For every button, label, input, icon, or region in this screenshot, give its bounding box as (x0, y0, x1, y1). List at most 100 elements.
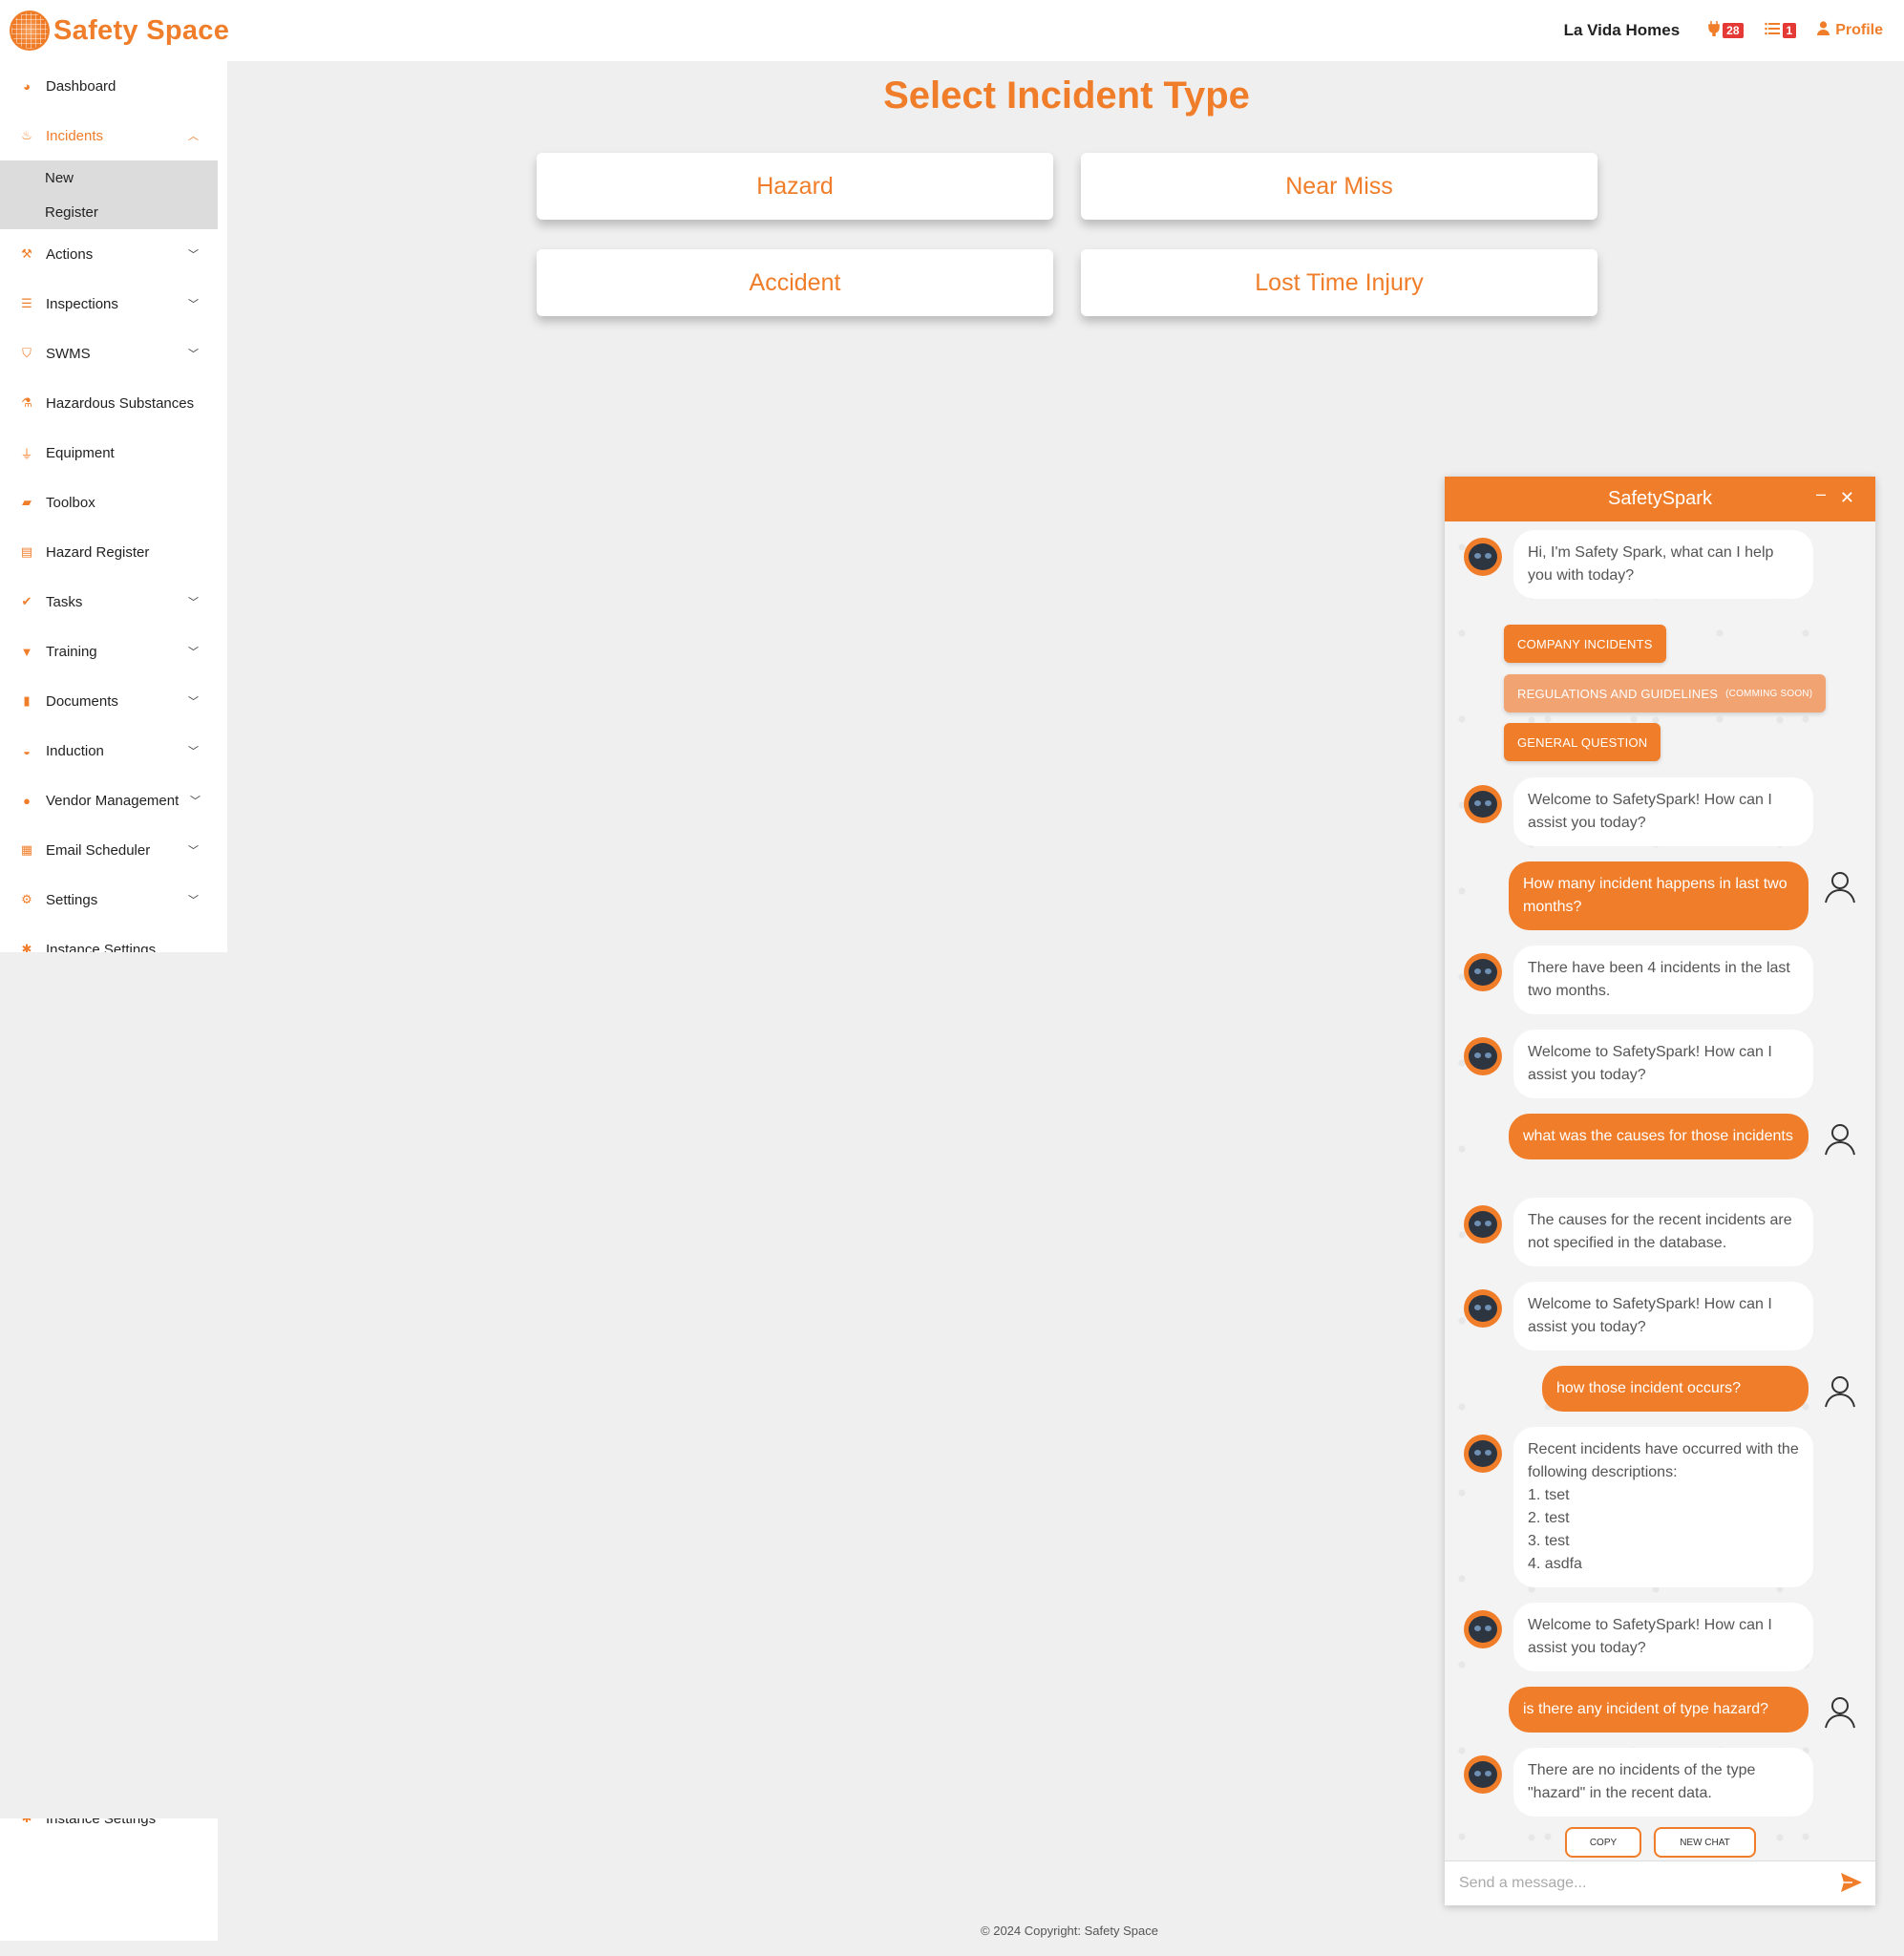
shield-icon: ⛉ (22, 346, 32, 360)
general-question-button[interactable]: GENERAL QUESTION (1504, 723, 1661, 761)
chat-messages[interactable]: Hi, I'm Safety Spark, what can I help yo… (1445, 521, 1875, 1860)
user-message: is there any incident of type hazard? (1509, 1687, 1809, 1733)
brand-name: Safety Space (53, 14, 230, 46)
sidebar-item-swms[interactable]: ⛉ SWMS ﹀ (0, 329, 218, 378)
bot-avatar-icon (1464, 538, 1502, 576)
sidebar-subitem-register[interactable]: Register (0, 195, 218, 229)
chevron-down-icon: ﹀ (188, 845, 199, 857)
chevron-down-icon: ﹀ (188, 249, 199, 261)
incident-type-near-miss[interactable]: Near Miss (1081, 153, 1597, 220)
sidebar-scrollbar[interactable] (218, 53, 227, 952)
profile-button[interactable]: Profile (1817, 21, 1883, 40)
chevron-down-icon: ﹀ (188, 647, 199, 658)
sidebar-item-label: SWMS (46, 345, 91, 362)
sidebar-item-label: Hazardous Substances (46, 394, 195, 412)
sidebar-item-incidents[interactable]: ♨ Incidents ︿ (0, 111, 218, 160)
sidebar-item-label: Incidents (46, 127, 104, 144)
user-avatar-icon (1821, 1372, 1859, 1411)
tasks-button[interactable]: 1 (1764, 22, 1797, 40)
cog-icon: ✱ (21, 942, 32, 952)
bot-avatar-icon (1464, 1610, 1502, 1648)
company-incidents-button[interactable]: COMPANY INCIDENTS (1504, 625, 1666, 663)
new-chat-button[interactable]: NEW CHAT (1654, 1827, 1756, 1858)
sidebar-item-dashboard[interactable]: ◕ Dashboard (0, 61, 218, 111)
plug-icon: ⏚ (20, 446, 33, 461)
sidebar-item-equipment[interactable]: ⏚ Equipment (0, 428, 218, 478)
sidebar-repeat-fragment: ✱ Instance Settings (0, 1818, 218, 1941)
chat-widget: SafetySpark – ✕ Hi, I'm Safety Spark, wh… (1445, 477, 1875, 1905)
sidebar-item-actions[interactable]: ⚒ Actions ﹀ (0, 229, 218, 279)
brand[interactable]: Safety Space (10, 11, 229, 51)
plug-icon (1708, 20, 1720, 41)
bot-message: The causes for the recent incidents are … (1513, 1198, 1813, 1266)
bot-message-list: Recent incidents have occurred with the … (1513, 1427, 1813, 1587)
sidebar-item-label: Settings (46, 891, 98, 908)
incident-type-hazard[interactable]: Hazard (537, 153, 1053, 220)
close-icon[interactable]: ✕ (1840, 488, 1854, 508)
quick-reply-label: REGULATIONS AND GUIDELINES (1517, 686, 1719, 701)
toolbox-icon: ▰ (22, 495, 32, 509)
incident-type-lost-time-injury[interactable]: Lost Time Injury (1081, 249, 1597, 316)
chevron-down-icon: ﹀ (188, 746, 199, 757)
table-icon: ▤ (20, 544, 33, 559)
sidebar-item-training[interactable]: ▼ Training ﹀ (0, 627, 218, 676)
footer-copyright: © 2024 Copyright: Safety Space (981, 1924, 1158, 1938)
incidents-submenu: New Register (0, 160, 218, 229)
bot-message: There have been 4 incidents in the last … (1513, 946, 1813, 1014)
bot-message: Welcome to SafetySpark! How can I assist… (1513, 1603, 1813, 1671)
user-icon (1817, 21, 1830, 40)
bot-message: There are no incidents of the type "haza… (1513, 1748, 1813, 1817)
bot-avatar-icon (1464, 1037, 1502, 1075)
sidebar-item-induction[interactable]: ◒ Induction ﹀ (0, 726, 218, 776)
company-name: La Vida Homes (1563, 21, 1681, 39)
sidebar-item-hazard-register[interactable]: ▤ Hazard Register (0, 527, 218, 577)
sidebar-item-instance-settings-partial[interactable]: ✱ Instance Settings (0, 1818, 218, 1843)
bot-avatar-icon (1464, 1205, 1502, 1244)
sidebar-item-inspections[interactable]: ☰ Inspections ﹀ (0, 279, 218, 329)
check-icon: ✔ (21, 594, 32, 608)
sidebar-item-label: Toolbox (46, 494, 95, 511)
chevron-down-icon: ﹀ (188, 895, 199, 906)
sidebar-item-label: Vendor Management (46, 792, 180, 809)
bot-avatar-icon (1464, 953, 1502, 991)
sidebar-item-hazardous-substances[interactable]: ⚗ Hazardous Substances (0, 378, 218, 428)
user-message: what was the causes for those incidents (1509, 1114, 1809, 1159)
bot-avatar-icon (1464, 1435, 1502, 1473)
bot-avatar-icon (1464, 1289, 1502, 1328)
incident-type-accident[interactable]: Accident (537, 249, 1053, 316)
chat-title: SafetySpark (1608, 488, 1712, 509)
sidebar-item-label: Inspections (46, 295, 118, 312)
task-badge: 1 (1782, 23, 1797, 38)
chat-header: SafetySpark – ✕ (1445, 477, 1875, 521)
message-input[interactable] (1459, 1875, 1822, 1892)
list-icon: ☰ (21, 296, 32, 310)
gauge-icon: ◕ (23, 78, 31, 94)
send-icon[interactable] (1841, 1873, 1862, 1897)
sidebar-item-vendor-management[interactable]: ● Vendor Management ﹀ (0, 776, 218, 825)
bot-message: Welcome to SafetySpark! How can I assist… (1513, 1030, 1813, 1098)
sidebar-item-instance-settings[interactable]: ✱ Instance Settings (0, 925, 218, 953)
user-message: how those incident occurs? (1542, 1366, 1809, 1412)
sidebar-item-label: Documents (46, 692, 118, 710)
sidebar-item-toolbox[interactable]: ▰ Toolbox (0, 478, 218, 527)
sidebar-item-tasks[interactable]: ✔ Tasks ﹀ (0, 577, 218, 627)
list-item: 1. tset (1528, 1487, 1570, 1503)
sidebar-item-email-scheduler[interactable]: ▦ Email Scheduler ﹀ (0, 825, 218, 875)
notifications-button[interactable]: 28 (1708, 20, 1744, 41)
page-title: Select Incident Type (883, 74, 1250, 117)
file-icon: ▮ (23, 693, 31, 708)
chat-input-bar (1445, 1860, 1875, 1905)
chevron-down-icon: ﹀ (188, 349, 199, 360)
hardhat-icon: ◒ (23, 743, 31, 758)
coming-soon-note: (COMMING SOON) (1725, 688, 1813, 699)
minimize-icon[interactable]: – (1816, 484, 1826, 504)
flask-icon: ⚗ (21, 395, 32, 410)
sidebar-item-settings[interactable]: ⚙ Settings ﹀ (0, 875, 218, 925)
sidebar-item-documents[interactable]: ▮ Documents ﹀ (0, 676, 218, 726)
sidebar-subitem-new[interactable]: New (0, 160, 218, 195)
sidebar-item-label: Tasks (46, 593, 83, 610)
bot-message: Hi, I'm Safety Spark, what can I help yo… (1513, 530, 1813, 599)
profile-label: Profile (1835, 22, 1883, 38)
copy-button[interactable]: COPY (1565, 1827, 1641, 1858)
gears-icon: ⚙ (21, 892, 32, 906)
